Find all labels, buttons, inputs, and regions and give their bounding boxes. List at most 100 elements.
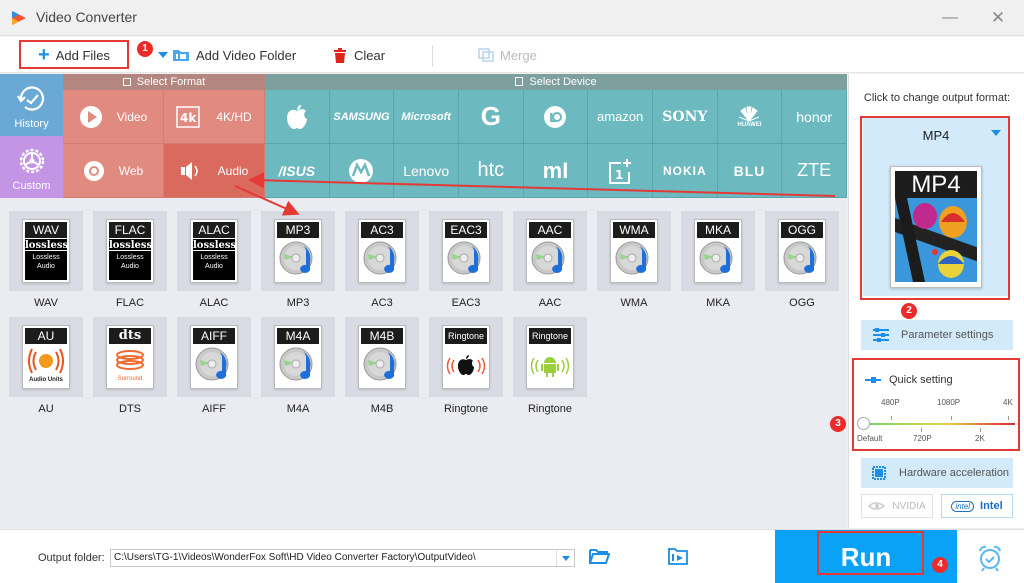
format-file-icon: OGG bbox=[778, 219, 826, 283]
history-button[interactable]: History bbox=[0, 74, 63, 136]
device-blu[interactable]: BLU bbox=[717, 144, 783, 198]
device-zte[interactable]: ZTE bbox=[782, 144, 847, 198]
device-lg[interactable]: L bbox=[523, 90, 589, 144]
format-tile-label: Web bbox=[118, 163, 144, 178]
slider-icon bbox=[865, 377, 881, 383]
qs-tick bbox=[921, 428, 922, 432]
format-item-ac3[interactable]: AC3 AC3 bbox=[345, 211, 419, 309]
format-file-head: dts bbox=[109, 328, 151, 344]
format-thumbnail: AIFF bbox=[177, 317, 251, 397]
minimize-button[interactable]: — bbox=[938, 6, 962, 30]
output-folder-dropdown[interactable] bbox=[556, 550, 574, 566]
format-label: WAV bbox=[34, 297, 58, 309]
output-preview-button[interactable] bbox=[668, 547, 692, 569]
toolbar: + Add Files Add Video Folder Clear Merge bbox=[0, 37, 1024, 73]
open-folder-button[interactable] bbox=[588, 547, 612, 569]
run-button[interactable]: Run bbox=[775, 530, 957, 583]
format-tile-audio[interactable]: Audio bbox=[164, 144, 265, 198]
device-asus[interactable]: /ISUS bbox=[265, 144, 330, 198]
android-ringtone-icon bbox=[530, 356, 570, 377]
output-folder-input[interactable]: C:\Users\TG-1\Videos\WonderFox Soft\HD V… bbox=[110, 549, 575, 567]
format-file-icon: WAV lossless Lossless Audio bbox=[22, 219, 70, 283]
device-honor[interactable]: honor bbox=[782, 90, 847, 144]
format-tile-video[interactable]: Video bbox=[63, 90, 164, 144]
format-item-wav[interactable]: WAV lossless Lossless Audio WAV bbox=[9, 211, 83, 309]
music-disc-icon bbox=[614, 238, 654, 281]
device-google[interactable]: G bbox=[458, 90, 524, 144]
qs-label-default: Default bbox=[857, 434, 883, 443]
device-motorola[interactable] bbox=[329, 144, 395, 198]
svg-text:1: 1 bbox=[615, 168, 623, 182]
output-format-selector[interactable]: MP4 MP4 bbox=[863, 116, 1009, 296]
format-item-ringtone-android[interactable]: Ringtone Ringtone bbox=[513, 317, 587, 415]
format-item-wma[interactable]: WMA WMA bbox=[597, 211, 671, 309]
clear-button[interactable]: Clear bbox=[334, 41, 385, 69]
format-item-ogg[interactable]: OGG OGG bbox=[765, 211, 839, 309]
add-files-dropdown[interactable] bbox=[158, 41, 172, 69]
device-nokia[interactable]: NOKIA bbox=[652, 144, 718, 198]
format-label: M4B bbox=[370, 403, 394, 415]
device-logo-text: Microsoft bbox=[401, 110, 451, 123]
select-device-label: Select Device bbox=[529, 76, 597, 88]
format-item-mka[interactable]: MKA MKA bbox=[681, 211, 755, 309]
format-thumbnail: MP3 bbox=[261, 211, 335, 291]
format-file-head: Ringtone bbox=[529, 328, 571, 344]
alarm-button[interactable] bbox=[976, 544, 1004, 572]
add-files-button[interactable]: + Add Files bbox=[20, 41, 128, 69]
hardware-acceleration-label: Hardware acceleration bbox=[899, 467, 1010, 479]
device-amazon[interactable]: amazon bbox=[588, 90, 653, 144]
format-tile-web[interactable]: Web bbox=[63, 144, 164, 198]
qs-tick bbox=[980, 428, 981, 432]
nvidia-button[interactable]: NVIDIA bbox=[861, 494, 933, 518]
format-item-flac[interactable]: FLAC lossless Lossless Audio FLAC bbox=[93, 211, 167, 309]
format-file-head: ALAC bbox=[193, 222, 235, 238]
close-button[interactable]: ✕ bbox=[986, 6, 1010, 30]
device-huawei[interactable]: HUAWEI bbox=[717, 90, 783, 144]
format-item-aiff[interactable]: AIFF AIFF bbox=[177, 317, 251, 415]
format-file-icon: Ringtone bbox=[442, 325, 490, 389]
device-htc[interactable]: htc bbox=[458, 144, 524, 198]
title-bar: Video Converter — ✕ bbox=[0, 0, 1024, 36]
quick-setting-slider[interactable]: 480P 1080P 4K Default 720P 2K bbox=[857, 396, 1015, 446]
device-microsoft[interactable]: Microsoft bbox=[394, 90, 459, 144]
device-apple[interactable] bbox=[265, 90, 330, 144]
parameter-settings-button[interactable]: Parameter settings bbox=[861, 320, 1013, 350]
format-file-head: AU bbox=[25, 328, 67, 344]
format-tile-label: Video bbox=[116, 109, 148, 124]
format-tile-4k-hd[interactable]: 4k 4K/HD bbox=[164, 90, 265, 144]
format-file-icon: AIFF bbox=[190, 325, 238, 389]
format-item-dts[interactable]: dts Surround DTS bbox=[93, 317, 167, 415]
device-oneplus[interactable]: 1 bbox=[588, 144, 653, 198]
add-video-folder-button[interactable]: Add Video Folder bbox=[172, 41, 296, 69]
format-item-eac3[interactable]: EAC3 EAC3 bbox=[429, 211, 503, 309]
format-item-mp3[interactable]: MP3 MP3 bbox=[261, 211, 335, 309]
format-file-head: Ringtone bbox=[445, 328, 487, 344]
device-samsung[interactable]: SAMSUNG bbox=[329, 90, 395, 144]
hardware-acceleration-button[interactable]: Hardware acceleration bbox=[861, 458, 1013, 488]
quick-setting-knob[interactable] bbox=[857, 417, 870, 430]
format-item-alac[interactable]: ALAC lossless Lossless Audio ALAC bbox=[177, 211, 251, 309]
format-label: M4A bbox=[286, 403, 310, 415]
merge-button[interactable]: Merge bbox=[478, 41, 537, 69]
format-label: OGG bbox=[789, 297, 815, 309]
format-label: Ringtone bbox=[527, 403, 573, 415]
format-item-m4b[interactable]: M4B M4B bbox=[345, 317, 419, 415]
device-lenovo[interactable]: Lenovo bbox=[394, 144, 459, 198]
chrome-icon bbox=[83, 160, 104, 181]
format-file-head: MKA bbox=[697, 222, 739, 238]
format-item-aac[interactable]: AAC AAC bbox=[513, 211, 587, 309]
format-item-au[interactable]: AU Audio Units AU bbox=[9, 317, 83, 415]
add-files-label: Add Files bbox=[55, 47, 110, 63]
intel-button[interactable]: intel Intel bbox=[941, 494, 1013, 518]
format-thumbnail: Ringtone bbox=[513, 317, 587, 397]
audio-format-grid: WAV lossless Lossless Audio WAV FLAC lossless L… bbox=[0, 198, 847, 528]
format-item-ringtone-apple[interactable]: Ringtone Ringtone bbox=[429, 317, 503, 415]
format-thumbnail: MKA bbox=[681, 211, 755, 291]
format-thumbnail: M4B bbox=[345, 317, 419, 397]
device-sony[interactable]: SONY bbox=[652, 90, 718, 144]
custom-button[interactable]: Custom bbox=[0, 136, 63, 198]
mp4-file-label: MP4 bbox=[895, 171, 977, 198]
format-item-m4a[interactable]: M4A M4A bbox=[261, 317, 335, 415]
annotation-badge-4: 4 bbox=[932, 557, 948, 573]
device-xiaomi[interactable]: mI bbox=[523, 144, 589, 198]
